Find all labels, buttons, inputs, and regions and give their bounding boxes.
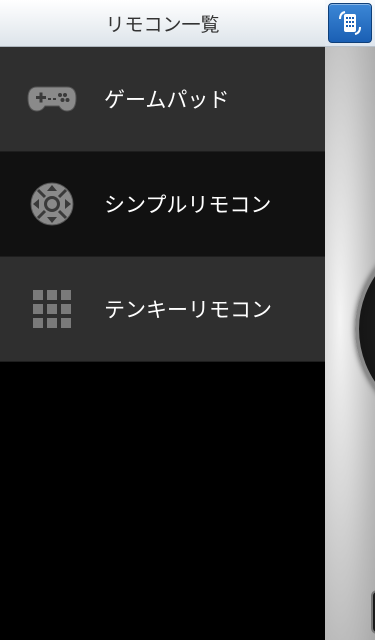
dpad-icon [27, 179, 77, 229]
drawer-title: リモコン一覧 [105, 13, 220, 36]
menu-item-simple-remote[interactable]: シンプルリモコン [0, 152, 325, 257]
menu-item-label: シンプルリモコン [104, 193, 272, 217]
remote-side-button[interactable] [371, 590, 375, 634]
numpad-icon [27, 284, 77, 334]
remote-dial[interactable] [355, 230, 375, 428]
screen: リモコン一覧 ゲームパッド シンプルリモコン テンキーリモコン [0, 0, 375, 640]
navigation-drawer: リモコン一覧 ゲームパッド シンプルリモコン テンキーリモコン [0, 0, 325, 640]
menu-item-label: ゲームパッド [104, 88, 230, 112]
menu-item-numpad-remote[interactable]: テンキーリモコン [0, 257, 325, 362]
keypad-toggle-button[interactable] [328, 3, 372, 43]
menu-item-gamepad[interactable]: ゲームパッド [0, 47, 325, 152]
main-top-bar [325, 0, 375, 47]
gamepad-icon [27, 74, 77, 124]
remote-main-view [325, 0, 375, 640]
menu-item-label: テンキーリモコン [104, 298, 272, 322]
drawer-header: リモコン一覧 [0, 0, 325, 47]
remote-list: ゲームパッド シンプルリモコン テンキーリモコン [0, 47, 325, 362]
keypad-icon [339, 11, 361, 35]
